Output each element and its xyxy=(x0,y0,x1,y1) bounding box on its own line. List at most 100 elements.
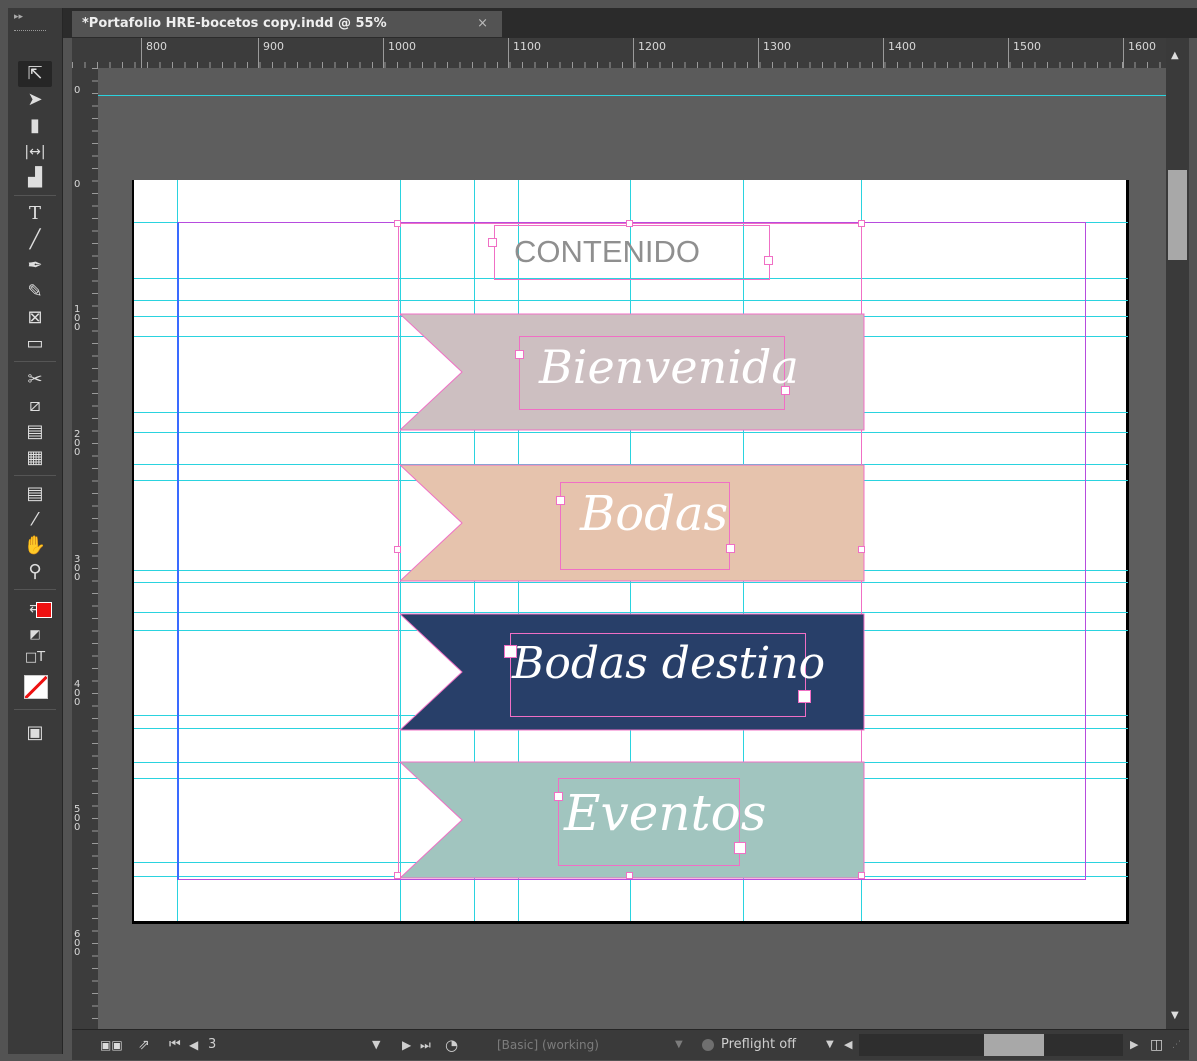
preflight-menu-chevron-icon[interactable]: ▼ xyxy=(826,1030,834,1060)
gradient-swatch-tool-icon[interactable]: ▤ xyxy=(18,419,52,445)
toolbar-divider xyxy=(14,361,56,362)
free-transform-tool-icon[interactable]: ⧄ xyxy=(18,393,52,419)
banner-2-label: Bodas xyxy=(580,486,729,542)
zoom-tool-icon[interactable]: ⚲ xyxy=(18,559,52,585)
text-frame-out-port[interactable] xyxy=(764,256,773,265)
contents-heading: CONTENIDO xyxy=(514,234,700,269)
page-options-icon[interactable]: ▣▣ xyxy=(100,1030,123,1060)
tools-panel: ▸▸ ⇱ ➤ ▮ |↔| ▟ T ╱ ✒ ✎ ⊠ ▭ ✂ ⧄ ▤ ▦ ▤ ⁄ ✋… xyxy=(8,8,63,1054)
ruler-label: 1000 xyxy=(388,40,416,53)
resize-grip-icon[interactable]: ⋰ xyxy=(1172,1030,1181,1060)
selection-handle[interactable] xyxy=(394,220,401,227)
text-frame-out-port[interactable] xyxy=(726,544,735,553)
text-frame-in-port[interactable] xyxy=(515,350,524,359)
selection-handle[interactable] xyxy=(394,546,401,553)
hand-tool-icon[interactable]: ✋ xyxy=(18,533,52,559)
ruler-label: 1600 xyxy=(1128,40,1156,53)
toolbar-divider xyxy=(14,475,56,476)
rectangle-frame-tool-icon[interactable]: ⊠ xyxy=(18,305,52,331)
previous-page-icon[interactable]: ◀ xyxy=(189,1030,198,1060)
selection-handle[interactable] xyxy=(626,220,633,227)
last-page-icon[interactable]: ⏭ xyxy=(420,1030,431,1060)
apply-none-icon[interactable] xyxy=(24,675,48,699)
ruler-label: 900 xyxy=(263,40,284,53)
text-frame-out-port[interactable] xyxy=(781,386,790,395)
selection-handle[interactable] xyxy=(858,220,865,227)
formatting-affects-icon[interactable]: □T xyxy=(18,645,52,671)
content-collector-tool-icon[interactable]: ▟ xyxy=(18,165,52,191)
toolbar-divider xyxy=(14,195,56,196)
banner-4-label: Eventos xyxy=(564,784,767,842)
open-in-window-icon[interactable]: ⇗ xyxy=(138,1030,150,1060)
scissors-tool-icon[interactable]: ✂ xyxy=(18,367,52,393)
vertical-ruler[interactable]: 0 0 100 200 300 400 500 600 xyxy=(72,68,99,1029)
split-window-icon[interactable]: ◫ xyxy=(1150,1030,1163,1060)
type-tool-icon[interactable]: T xyxy=(18,201,52,227)
ruler-label: 1100 xyxy=(513,40,541,53)
text-frame-out-port[interactable] xyxy=(734,842,746,854)
horizontal-ruler[interactable]: 800 900 1000 1100 1200 1300 1400 1500 16… xyxy=(72,38,1166,69)
text-frame-in-port[interactable] xyxy=(556,496,565,505)
ruler-guide[interactable] xyxy=(98,95,1166,96)
horizontal-scroll-thumb[interactable] xyxy=(984,1034,1044,1056)
scroll-up-icon[interactable]: ▲ xyxy=(1171,50,1179,61)
ruler-label: 400 xyxy=(74,679,81,708)
text-frame-in-port[interactable] xyxy=(488,238,497,247)
selection-handle[interactable] xyxy=(394,872,401,879)
document-page[interactable]: CONTENIDO Bienvenida Bodas Bodas destino… xyxy=(132,180,1129,924)
ruler-label: 600 xyxy=(74,929,81,958)
collapse-panel-icon[interactable]: ▸▸ xyxy=(14,12,23,22)
close-tab-icon[interactable]: × xyxy=(477,11,488,37)
page-tool-icon[interactable]: ▮ xyxy=(18,113,52,139)
status-bar: ▣▣ ⇗ ⏮ ◀ 3 ▼ ▶ ⏭ ◔ [Basic] (working) ▼ P… xyxy=(72,1029,1189,1060)
scroll-down-icon[interactable]: ▼ xyxy=(1171,1010,1179,1021)
preset-chevron-icon[interactable]: ▼ xyxy=(675,1030,683,1060)
selection-handle[interactable] xyxy=(626,872,633,879)
ruler-label: 0 xyxy=(74,179,81,190)
preflight-label[interactable]: Preflight off xyxy=(721,1030,796,1060)
next-page-icon[interactable]: ▶ xyxy=(402,1030,411,1060)
first-page-icon[interactable]: ⏮ xyxy=(169,1030,181,1060)
line-tool-icon[interactable]: ╱ xyxy=(18,227,52,253)
ruler-label: 0 xyxy=(74,85,81,96)
gap-tool-icon[interactable]: |↔| xyxy=(18,139,52,165)
page-number-field[interactable]: 3 xyxy=(208,1030,216,1060)
scroll-left-icon[interactable]: ◀ xyxy=(844,1030,852,1060)
text-frame-out-port[interactable] xyxy=(798,690,811,703)
banner-3-label: Bodas destino xyxy=(512,638,826,689)
ruler-label: 300 xyxy=(74,554,81,583)
screen-mode-icon[interactable]: ▣ xyxy=(18,720,52,746)
default-fill-stroke-icon[interactable]: ◩ xyxy=(18,621,52,647)
document-tab-title: *Portafolio HRE-bocetos copy.indd @ 55% xyxy=(82,16,387,31)
rectangle-tool-icon[interactable]: ▭ xyxy=(18,331,52,357)
text-frame-in-port[interactable] xyxy=(554,792,563,801)
selection-tool-icon[interactable]: ⇱ xyxy=(18,61,52,87)
selection-handle[interactable] xyxy=(858,872,865,879)
stroke-swatch-icon[interactable] xyxy=(36,602,52,618)
note-tool-icon[interactable]: ▤ xyxy=(18,481,52,507)
pencil-tool-icon[interactable]: ✎ xyxy=(18,279,52,305)
pen-tool-icon[interactable]: ✒ xyxy=(18,253,52,279)
vertical-scroll-thumb[interactable] xyxy=(1168,170,1187,260)
ruler-label: 500 xyxy=(74,804,81,833)
ruler-label: 1400 xyxy=(888,40,916,53)
profile-preset-label[interactable]: [Basic] (working) xyxy=(497,1030,599,1060)
banner-1-label: Bienvenida xyxy=(539,340,799,394)
document-tab[interactable]: *Portafolio HRE-bocetos copy.indd @ 55% … xyxy=(72,11,502,37)
panel-grip[interactable] xyxy=(14,30,46,34)
ruler-label: 1200 xyxy=(638,40,666,53)
eyedropper-tool-icon[interactable]: ⁄ xyxy=(18,507,52,533)
text-frame-in-port[interactable] xyxy=(504,645,517,658)
selection-handle[interactable] xyxy=(858,546,865,553)
toolbar-divider xyxy=(14,709,56,710)
toolbar-divider xyxy=(14,589,56,590)
page-dropdown-chevron-icon[interactable]: ▼ xyxy=(372,1030,380,1060)
document-state-icon[interactable]: ◔ xyxy=(445,1030,458,1060)
scroll-right-icon[interactable]: ▶ xyxy=(1130,1030,1138,1060)
ruler-label: 200 xyxy=(74,429,81,458)
ruler-label: 1300 xyxy=(763,40,791,53)
ruler-label: 100 xyxy=(74,304,81,333)
pasteboard-top-area xyxy=(98,68,1166,95)
direct-selection-tool-icon[interactable]: ➤ xyxy=(18,87,52,113)
gradient-feather-tool-icon[interactable]: ▦ xyxy=(18,445,52,471)
